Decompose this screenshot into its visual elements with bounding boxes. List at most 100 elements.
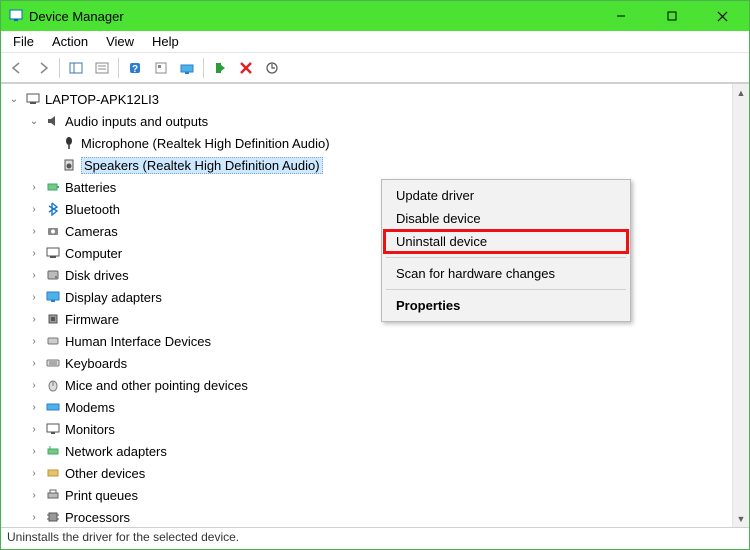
chevron-right-icon[interactable]: ›: [27, 182, 41, 193]
enable-device-button[interactable]: [208, 56, 232, 80]
category-label: Display adapters: [65, 290, 162, 305]
root-label: LAPTOP-APK12LI3: [45, 92, 159, 107]
help-button[interactable]: ?: [123, 56, 147, 80]
disk-icon: [45, 267, 61, 283]
battery-icon: [45, 179, 61, 195]
category-label: Computer: [65, 246, 122, 261]
mouse-icon: [45, 377, 61, 393]
toolbar: ?: [1, 53, 749, 83]
monitor-icon: [45, 421, 61, 437]
chevron-right-icon[interactable]: ›: [27, 292, 41, 303]
back-button[interactable]: [5, 56, 29, 80]
category-label: Other devices: [65, 466, 145, 481]
chevron-right-icon[interactable]: ›: [27, 336, 41, 347]
category-label: Bluetooth: [65, 202, 120, 217]
category-label: Modems: [65, 400, 115, 415]
update-driver-button[interactable]: [260, 56, 284, 80]
chevron-right-icon[interactable]: ›: [27, 314, 41, 325]
scan-hardware-button[interactable]: [175, 56, 199, 80]
tree-category-audio[interactable]: ⌄ Audio inputs and outputs: [3, 110, 730, 132]
menu-help[interactable]: Help: [144, 32, 187, 51]
tree-root[interactable]: ⌄ LAPTOP-APK12LI3: [3, 88, 730, 110]
microphone-icon: [61, 135, 77, 151]
chevron-right-icon[interactable]: ›: [27, 402, 41, 413]
chevron-right-icon[interactable]: ›: [27, 512, 41, 523]
tree-category[interactable]: ›Print queues: [3, 484, 730, 506]
ctx-separator: [386, 289, 626, 290]
tree-category[interactable]: › Other devices: [3, 462, 730, 484]
category-label: Disk drives: [65, 268, 129, 283]
speaker-icon: [61, 157, 77, 173]
category-label: Processors: [65, 510, 130, 525]
tree-category[interactable]: › Modems: [3, 396, 730, 418]
chevron-right-icon[interactable]: ›: [27, 490, 41, 501]
device-label: Microphone (Realtek High Definition Audi…: [81, 136, 330, 151]
close-button[interactable]: [700, 2, 745, 30]
category-label: Batteries: [65, 180, 116, 195]
menu-file[interactable]: File: [5, 32, 42, 51]
chevron-right-icon[interactable]: ›: [27, 248, 41, 259]
device-label: Speakers (Realtek High Definition Audio): [81, 157, 323, 174]
scroll-up-arrow-icon[interactable]: ▲: [733, 84, 749, 101]
vertical-scrollbar[interactable]: ▲ ▼: [732, 84, 749, 527]
scroll-down-arrow-icon[interactable]: ▼: [733, 510, 749, 527]
tree-category[interactable]: › Keyboards: [3, 352, 730, 374]
toolbar-separator: [118, 58, 119, 78]
chevron-right-icon[interactable]: ›: [27, 380, 41, 391]
menu-action[interactable]: Action: [44, 32, 96, 51]
printer-icon: [45, 487, 61, 503]
chevron-right-icon[interactable]: ›: [27, 424, 41, 435]
window-title: Device Manager: [29, 9, 592, 24]
firmware-icon: [45, 311, 61, 327]
computer-icon: [25, 91, 41, 107]
chevron-right-icon[interactable]: ›: [27, 226, 41, 237]
tree-category[interactable]: › Mice and other pointing devices: [3, 374, 730, 396]
chevron-right-icon[interactable]: ›: [27, 204, 41, 215]
tree-category[interactable]: ›Monitors: [3, 418, 730, 440]
chevron-down-icon[interactable]: ⌄: [7, 94, 21, 105]
chevron-down-icon[interactable]: ⌄: [27, 116, 41, 127]
show-hide-console-tree-button[interactable]: [64, 56, 88, 80]
chevron-right-icon[interactable]: ›: [27, 358, 41, 369]
chevron-right-icon[interactable]: ›: [27, 468, 41, 479]
chevron-right-icon[interactable]: ›: [27, 446, 41, 457]
tree-category[interactable]: › Processors: [3, 506, 730, 527]
titlebar: Device Manager: [1, 1, 749, 31]
svg-text:?: ?: [132, 64, 138, 75]
ctx-update-driver[interactable]: Update driver: [384, 184, 628, 207]
device-manager-window: Device Manager File Action View Help ? ⌄: [0, 0, 750, 550]
modem-icon: [45, 399, 61, 415]
toolbar-separator: [59, 58, 60, 78]
chevron-right-icon[interactable]: ›: [27, 270, 41, 281]
menubar: File Action View Help: [1, 31, 749, 53]
action-icon-button[interactable]: [149, 56, 173, 80]
keyboard-icon: [45, 355, 61, 371]
status-text: Uninstalls the driver for the selected d…: [7, 530, 239, 544]
tree-category[interactable]: ›Network adapters: [3, 440, 730, 462]
menu-view[interactable]: View: [98, 32, 142, 51]
tree-device-microphone[interactable]: Microphone (Realtek High Definition Audi…: [3, 132, 730, 154]
bluetooth-icon: [45, 201, 61, 217]
forward-button[interactable]: [31, 56, 55, 80]
status-bar: Uninstalls the driver for the selected d…: [1, 527, 749, 549]
category-label: Human Interface Devices: [65, 334, 211, 349]
minimize-button[interactable]: [598, 2, 643, 30]
ctx-uninstall-device[interactable]: Uninstall device: [384, 230, 628, 253]
category-label: Keyboards: [65, 356, 127, 371]
ctx-scan-hardware[interactable]: Scan for hardware changes: [384, 262, 628, 285]
properties-button[interactable]: [90, 56, 114, 80]
ctx-separator: [386, 257, 626, 258]
maximize-button[interactable]: [649, 2, 694, 30]
ctx-properties[interactable]: Properties: [384, 294, 628, 317]
tree-category[interactable]: › Human Interface Devices: [3, 330, 730, 352]
other-icon: [45, 465, 61, 481]
content-area: ⌄ LAPTOP-APK12LI3 ⌄ Audio inputs and out…: [1, 83, 749, 527]
camera-icon: [45, 223, 61, 239]
category-label: Mice and other pointing devices: [65, 378, 248, 393]
ctx-disable-device[interactable]: Disable device: [384, 207, 628, 230]
uninstall-device-button[interactable]: [234, 56, 258, 80]
tree-device-speakers[interactable]: Speakers (Realtek High Definition Audio): [3, 154, 730, 176]
processor-icon: [45, 509, 61, 525]
computer-icon: [45, 245, 61, 261]
category-label: Cameras: [65, 224, 118, 239]
